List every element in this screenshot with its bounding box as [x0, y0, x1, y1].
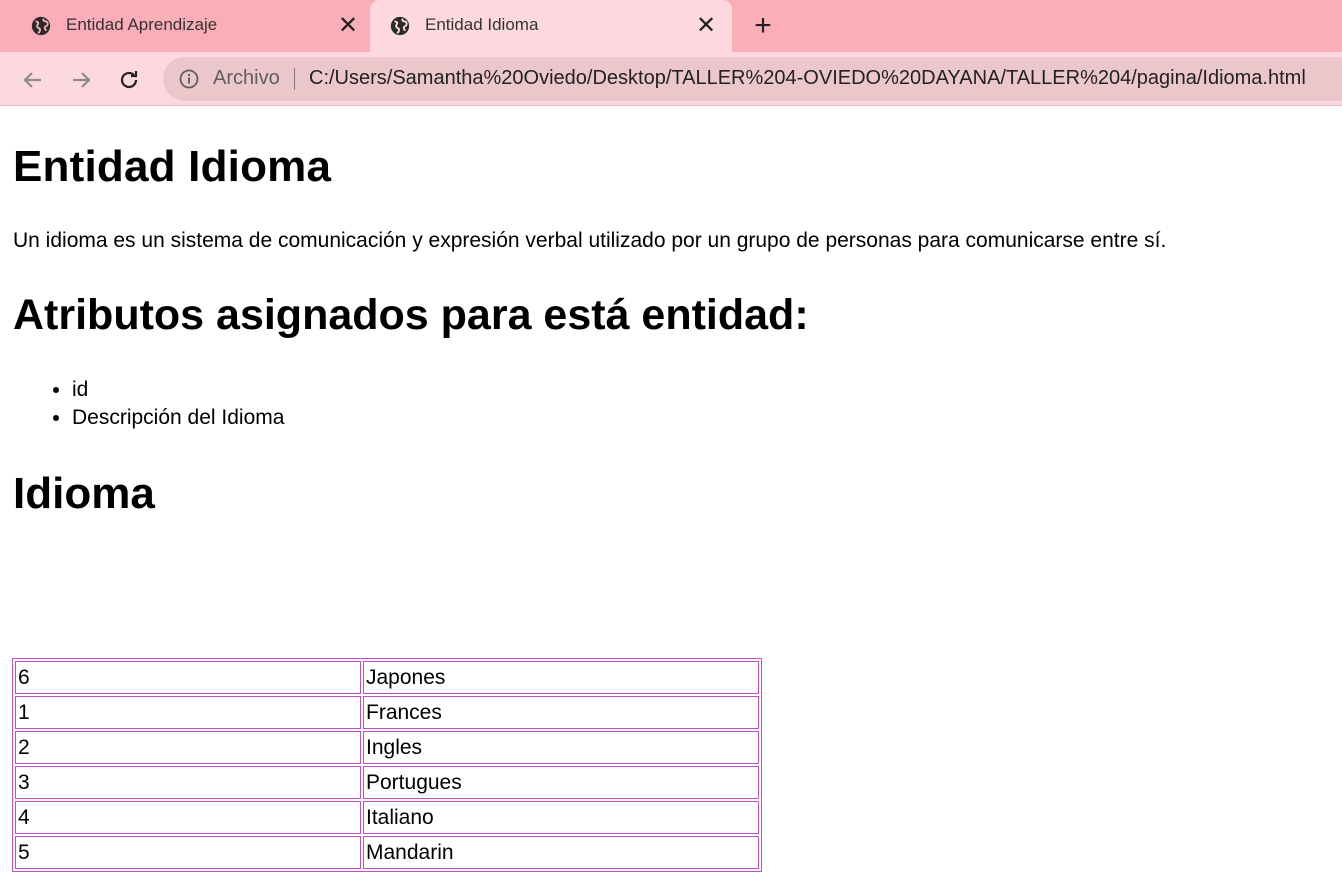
table-row: 6 Japones	[15, 661, 759, 694]
idioma-table: 6 Japones 1 Frances 2 Ingles 3 Portugues…	[12, 658, 762, 872]
forward-button[interactable]	[64, 63, 98, 97]
id-cell: 2	[15, 731, 361, 764]
new-tab-button[interactable]: +	[748, 11, 778, 41]
tab-strip: Entidad Aprendizaje ✕ Entidad Idioma ✕ +	[0, 0, 1342, 52]
divider	[294, 68, 295, 90]
id-cell: 5	[15, 836, 361, 869]
back-button[interactable]	[16, 63, 50, 97]
browser-toolbar: Archivo C:/Users/Samantha%20Oviedo/Deskt…	[0, 52, 1342, 106]
attributes-heading: Atributos asignados para está entidad:	[13, 291, 809, 339]
reload-button[interactable]	[112, 63, 146, 97]
attributes-list: id Descripción del Idioma	[13, 376, 284, 432]
list-item: id	[72, 376, 284, 404]
tab-title: Entidad Aprendizaje	[66, 15, 218, 34]
close-tab-button[interactable]: ✕	[335, 13, 361, 39]
globe-icon	[31, 16, 51, 36]
arrow-right-icon	[73, 72, 91, 88]
tab-entidad-idioma[interactable]: Entidad Idioma ✕	[370, 0, 732, 52]
id-cell: 1	[15, 696, 361, 729]
arrow-left-icon	[23, 72, 41, 88]
close-tab-button[interactable]: ✕	[693, 13, 719, 39]
table-row: 1 Frances	[15, 696, 759, 729]
page-description: Un idioma es un sistema de comunicación …	[13, 229, 1167, 252]
language-cell: Italiano	[363, 801, 759, 834]
globe-icon	[390, 16, 410, 36]
language-cell: Japones	[363, 661, 759, 694]
page-title: Entidad Idioma	[13, 142, 332, 191]
language-cell: Ingles	[363, 731, 759, 764]
list-item: Descripción del Idioma	[72, 404, 284, 432]
url-text[interactable]: C:/Users/Samantha%20Oviedo/Desktop/TALLE…	[309, 67, 1306, 90]
id-cell: 6	[15, 661, 361, 694]
id-cell: 3	[15, 766, 361, 799]
table-heading: Idioma	[13, 469, 155, 518]
id-cell: 4	[15, 801, 361, 834]
tab-entidad-aprendizaje[interactable]: Entidad Aprendizaje ✕	[0, 0, 370, 52]
language-cell: Mandarin	[363, 836, 759, 869]
table-row: 5 Mandarin	[15, 836, 759, 869]
table-row: 4 Italiano	[15, 801, 759, 834]
tab-title: Entidad Idioma	[425, 15, 539, 34]
info-icon[interactable]	[179, 69, 199, 89]
table-row: 2 Ingles	[15, 731, 759, 764]
address-bar[interactable]: Archivo C:/Users/Samantha%20Oviedo/Deskt…	[163, 57, 1342, 101]
table-row: 3 Portugues	[15, 766, 759, 799]
security-label: Archivo	[213, 67, 280, 89]
language-cell: Frances	[363, 696, 759, 729]
reload-icon	[120, 71, 138, 89]
language-cell: Portugues	[363, 766, 759, 799]
